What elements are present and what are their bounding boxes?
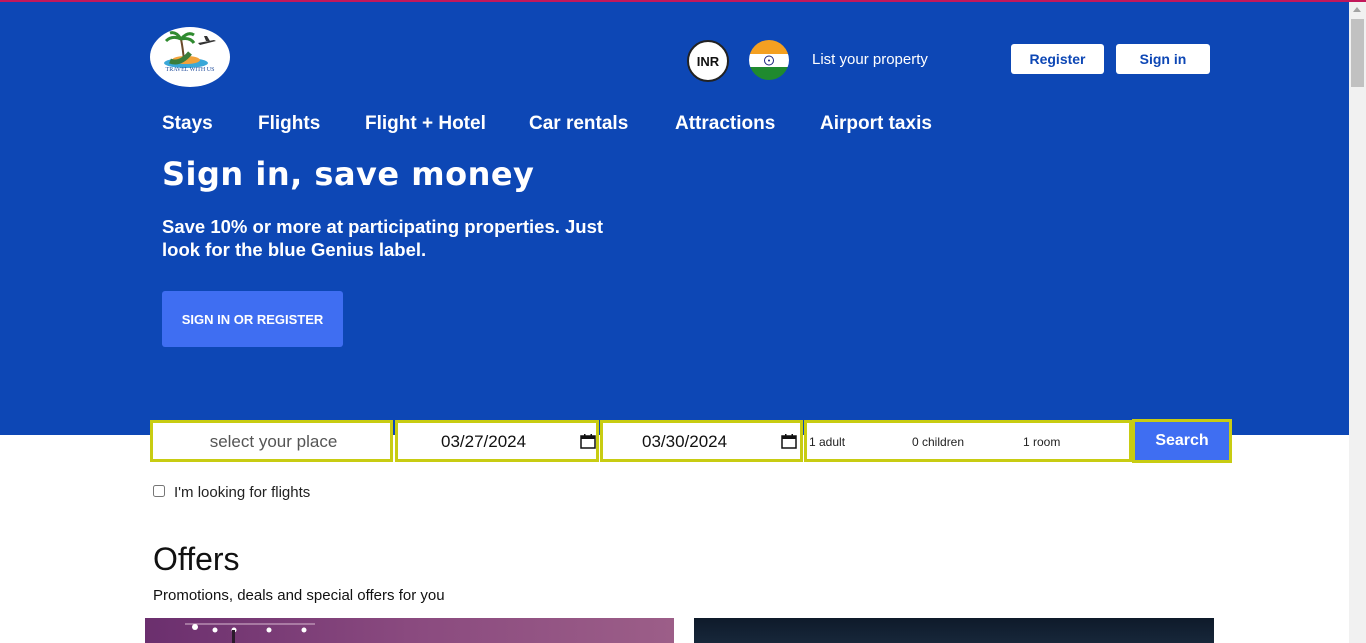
calendar-icon[interactable]	[580, 433, 596, 449]
page-scrollbar[interactable]	[1349, 2, 1366, 643]
hero-title: Sign in, save money	[162, 155, 535, 193]
list-property-link[interactable]: List your property	[812, 51, 928, 68]
signin-button[interactable]: Sign in	[1116, 44, 1210, 74]
currency-button[interactable]: INR	[687, 40, 729, 82]
offer-card-image[interactable]	[145, 618, 674, 643]
india-flag-icon	[749, 40, 789, 80]
calendar-icon[interactable]	[781, 433, 797, 449]
nav-car-rentals[interactable]: Car rentals	[529, 113, 628, 135]
flights-checkbox-label[interactable]: I'm looking for flights	[174, 484, 310, 501]
offers-title: Offers	[153, 541, 240, 577]
scroll-thumb[interactable]	[1351, 19, 1364, 87]
nav-flights[interactable]: Flights	[258, 113, 320, 135]
checkin-date-value: 03/27/2024	[441, 432, 527, 451]
offers-subtitle: Promotions, deals and special offers for…	[153, 587, 445, 604]
nav-attractions[interactable]: Attractions	[675, 113, 775, 135]
flights-checkbox[interactable]	[153, 485, 165, 497]
offer-image-runway	[185, 623, 315, 643]
rooms-count: 1 room	[1023, 435, 1061, 449]
register-button[interactable]: Register	[1011, 44, 1104, 74]
checkin-date-field[interactable]: 03/27/2024	[395, 420, 599, 462]
place-field-box	[150, 420, 394, 462]
language-button[interactable]	[749, 40, 789, 80]
search-button[interactable]: Search	[1132, 419, 1232, 463]
guests-field[interactable]: 1 adult 0 children 1 room	[804, 420, 1132, 462]
scroll-up-icon[interactable]	[1353, 7, 1361, 12]
checkout-date-field[interactable]: 03/30/2024	[600, 420, 803, 462]
place-input[interactable]	[153, 423, 394, 461]
nav-flight-hotel[interactable]: Flight + Hotel	[365, 113, 486, 135]
hero-subtitle: Save 10% or more at participating proper…	[162, 216, 604, 260]
signin-register-button[interactable]: SIGN IN OR REGISTER	[162, 291, 343, 347]
offer-card-image[interactable]	[694, 618, 1214, 643]
logo-text: TRAVEL WITH US	[165, 67, 215, 73]
children-count: 0 children	[912, 435, 965, 449]
nav-airport-taxis[interactable]: Airport taxis	[820, 113, 932, 135]
adults-count: 1 adult	[809, 435, 846, 449]
nav-stays[interactable]: Stays	[162, 113, 213, 135]
site-logo[interactable]: TRAVEL WITH US	[150, 27, 230, 87]
checkout-date-value: 03/30/2024	[642, 432, 728, 451]
